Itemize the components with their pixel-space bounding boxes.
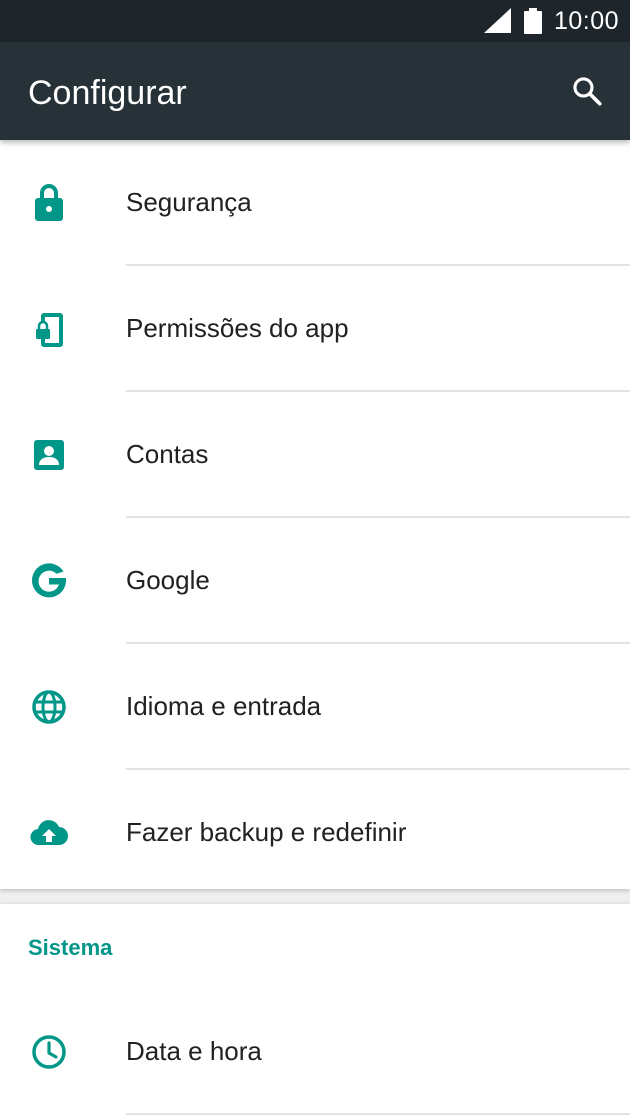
settings-item-idioma[interactable]: Idioma e entrada xyxy=(0,644,630,770)
search-icon xyxy=(573,77,602,106)
google-icon xyxy=(32,563,66,598)
section-header-sistema: Sistema xyxy=(28,935,113,960)
app-permissions-icon xyxy=(36,313,63,347)
signal-icon xyxy=(484,8,511,33)
settings-item-permissoes[interactable]: Permissões do app xyxy=(0,266,630,392)
divider xyxy=(126,1113,630,1115)
settings-card-personal: Segurança Permissões do app Contas Googl… xyxy=(0,140,630,889)
search-button[interactable] xyxy=(562,66,612,116)
page-title: Configurar xyxy=(28,74,187,112)
clock-icon xyxy=(32,1035,66,1069)
lock-icon xyxy=(35,184,63,221)
settings-item-data-hora[interactable]: Data e hora xyxy=(0,989,630,1115)
settings-item-seguranca[interactable]: Segurança xyxy=(0,140,630,266)
settings-item-label: Contas xyxy=(126,439,209,469)
cloud-upload-icon xyxy=(30,820,68,846)
settings-item-label: Idioma e entrada xyxy=(126,691,322,721)
app-bar: Configurar xyxy=(0,42,630,140)
settings-item-label: Permissões do app xyxy=(126,313,349,343)
battery-icon xyxy=(524,8,542,34)
globe-icon xyxy=(32,690,66,724)
settings-item-label: Segurança xyxy=(126,187,252,217)
settings-item-google[interactable]: Google xyxy=(0,518,630,644)
settings-item-contas[interactable]: Contas xyxy=(0,392,630,518)
settings-item-label: Google xyxy=(126,565,210,595)
settings-card-system: Sistema Data e hora xyxy=(0,904,630,1120)
account-icon xyxy=(34,440,64,470)
status-clock: 10:00 xyxy=(554,7,620,35)
status-bar: 10:00 xyxy=(0,0,630,42)
settings-item-label: Fazer backup e redefinir xyxy=(126,817,407,847)
settings-item-backup[interactable]: Fazer backup e redefinir xyxy=(0,770,630,896)
settings-item-label: Data e hora xyxy=(126,1036,262,1066)
